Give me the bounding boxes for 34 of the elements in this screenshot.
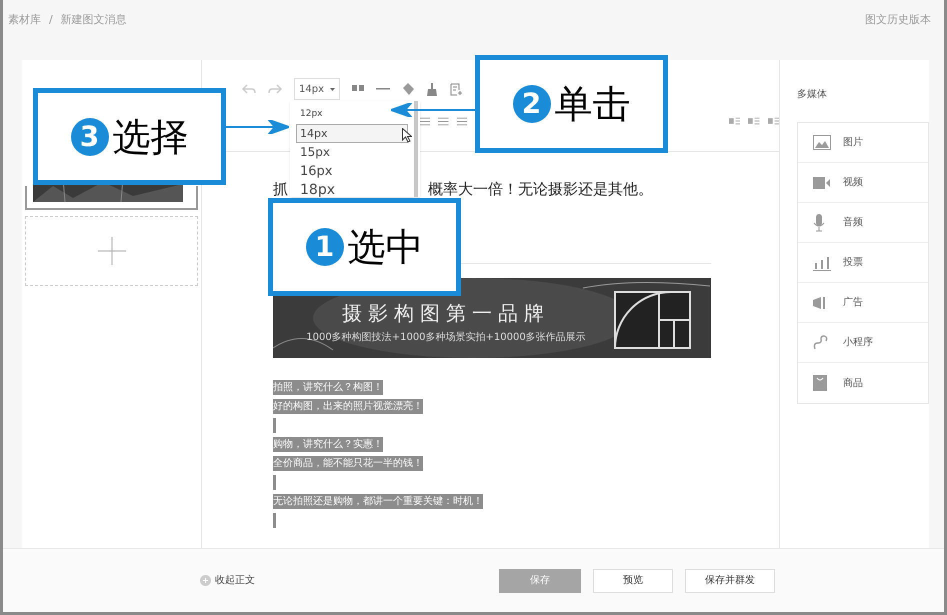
callout-text: 选择 [112, 118, 188, 156]
step-number: 1 [306, 228, 344, 266]
breadcrumb-current: 新建图文消息 [60, 12, 127, 28]
media-item[interactable]: 商品 [798, 363, 928, 403]
paragraph-text: 无论拍照还是购物，都讲一个重要关键：时机！ [273, 494, 483, 509]
paragraph-text: 购物，讲究什么？实惠！ [273, 437, 383, 452]
step-number: 3 [70, 118, 108, 156]
media-item[interactable]: 投票 [798, 243, 928, 283]
font-size-option[interactable]: 14px [296, 124, 408, 143]
media-item[interactable]: 广告 [798, 283, 928, 323]
headline-text: 概率大一倍！无论摄影还是其他。 [428, 179, 653, 200]
callout-text: 选中 [348, 228, 424, 266]
banner-subtitle: 1000多种构图技法+1000多种场景实拍+10000多张作品展示 [306, 330, 586, 345]
font-size-dropdown[interactable]: 14px [294, 78, 340, 100]
media-item[interactable]: 视频 [798, 163, 928, 203]
panel-title: 多媒体 [797, 89, 827, 100]
callout-text: 单击 [554, 85, 630, 123]
step-number: 2 [512, 85, 550, 123]
paragraph-text: 拍照，讲究什么？构图！ [273, 380, 383, 395]
footer-button[interactable]: 预览 [593, 568, 673, 592]
media-item[interactable]: 小程序 [798, 323, 928, 363]
headline-text: 抓 [273, 179, 288, 200]
font-size-option[interactable]: 16px [296, 162, 336, 181]
font-size-option[interactable]: 15px [296, 143, 334, 162]
font-size-option[interactable]: 12px [296, 105, 326, 124]
media-item[interactable]: 图片 [798, 123, 928, 163]
footer-button[interactable]: 保存并群发 [685, 568, 775, 592]
media-item[interactable]: 音频 [798, 203, 928, 243]
collapse-body-link[interactable]: 收起正文 [200, 573, 255, 588]
font-size-option[interactable]: 18px [296, 181, 339, 200]
breadcrumb-separator: / [49, 12, 53, 28]
paragraph-text: 好的构图，出来的照片视觉漂亮！ [273, 399, 423, 414]
paragraph-text: 全价商品，能不能只花一半的钱！ [273, 456, 423, 471]
banner-title: 摄影构图第一品牌 [342, 300, 550, 327]
